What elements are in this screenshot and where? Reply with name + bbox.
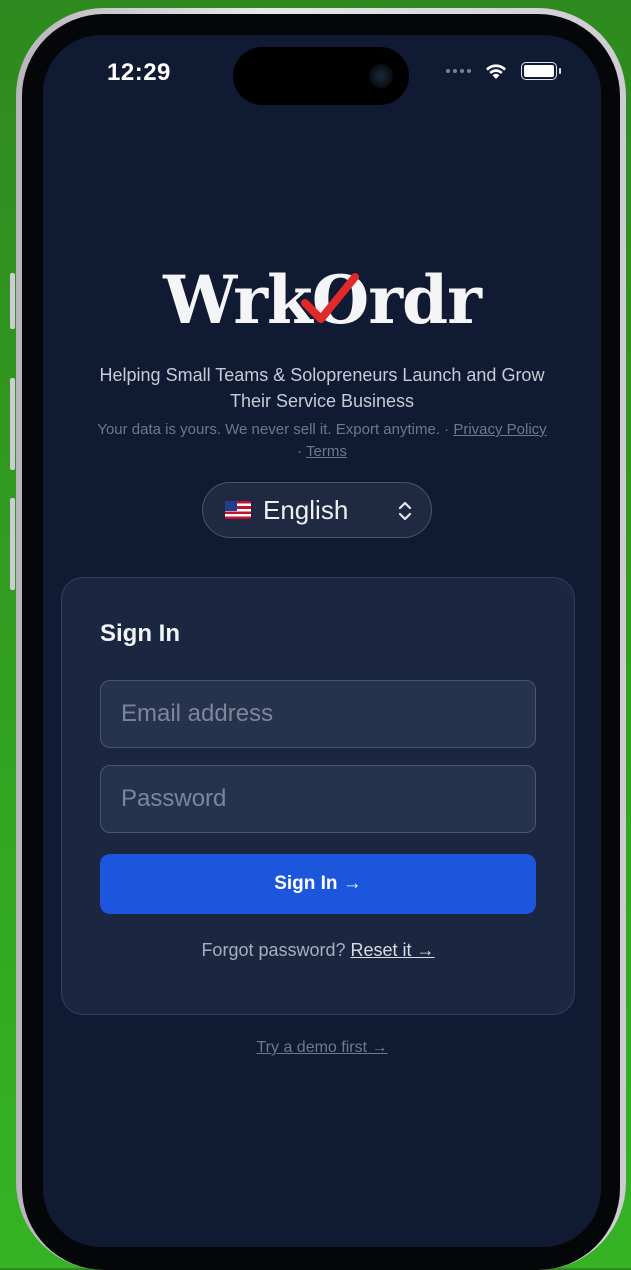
- side-button: [10, 498, 15, 590]
- password-field[interactable]: [100, 765, 536, 833]
- privacy-separator: ·: [297, 443, 307, 460]
- privacy-text: Your data is yours. We never sell it. Ex…: [97, 421, 454, 438]
- tagline: Helping Small Teams & Solopreneurs Launc…: [99, 365, 545, 411]
- language-label: English: [263, 494, 349, 525]
- status-indicators: [446, 61, 561, 81]
- side-button: [10, 378, 15, 470]
- forgot-password-text: Forgot password?: [201, 940, 351, 960]
- try-demo-link[interactable]: Try a demo first →: [43, 1039, 601, 1057]
- wifi-icon: [486, 64, 506, 79]
- us-flag-icon: [225, 501, 251, 519]
- logo-text-suffix: rdr: [368, 261, 482, 339]
- chevron-up-down-icon: [398, 501, 412, 521]
- privacy-policy-link[interactable]: Privacy Policy: [453, 421, 546, 438]
- camera-icon: [369, 64, 393, 88]
- privacy-note: Your data is yours. We never sell it. Ex…: [93, 419, 551, 463]
- language-select[interactable]: English: [202, 482, 432, 538]
- signal-icon: [446, 69, 471, 73]
- side-button: [10, 273, 15, 329]
- sign-in-card: Sign In Sign In → Forgot password? Reset…: [61, 577, 575, 1015]
- email-field[interactable]: [100, 680, 536, 748]
- checkmark-icon: [301, 273, 360, 323]
- terms-link[interactable]: Terms: [306, 443, 347, 460]
- battery-icon: [521, 62, 561, 80]
- status-time: 12:29: [107, 59, 171, 86]
- dynamic-island: [233, 47, 409, 105]
- sign-in-title: Sign In: [100, 620, 180, 647]
- brand-logo: WrkOrdr: [43, 267, 601, 333]
- forgot-password-row: Forgot password? Reset it →: [62, 940, 574, 961]
- logo-text-prefix: Wrk: [163, 261, 313, 339]
- app-screen: 12:29 WrkOrdr Helping Small Teams & Solo…: [43, 35, 601, 1247]
- reset-password-link[interactable]: Reset it →: [351, 940, 435, 960]
- sign-in-button[interactable]: Sign In →: [100, 854, 536, 914]
